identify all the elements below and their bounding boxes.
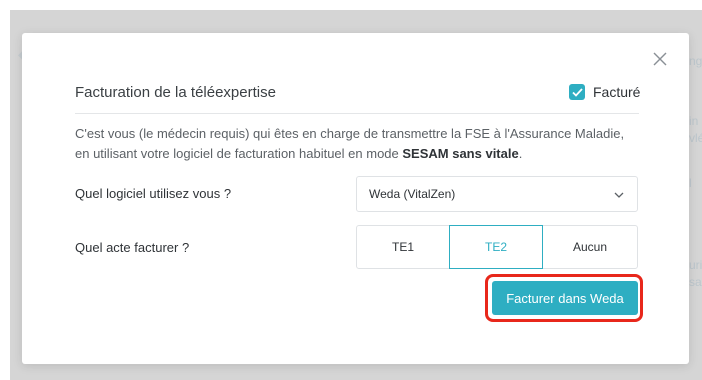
divider [75,113,639,114]
billed-label: Facturé [593,84,641,100]
background-text-fragment: in [689,114,699,128]
billed-checkbox[interactable]: Facturé [569,83,640,101]
chevron-down-icon [614,192,624,198]
act-option-te1[interactable]: TE1 [356,225,450,269]
description-line-2: en utilisant votre logiciel de facturati… [75,146,403,161]
close-icon [653,52,667,66]
checkbox-checked-icon [569,84,585,100]
modal-title: Facturation de la téléexpertise [75,84,276,101]
description-line-1: C'est vous (le médecin requis) qui êtes … [75,126,625,141]
act-question-label: Quel acte facturer ? [75,240,190,255]
background-text-fragment: vlé [689,131,702,145]
background-text-fragment: sai [689,275,702,289]
software-select[interactable]: Weda (VitalZen) [356,176,638,212]
act-segmented-control: TE1 TE2 Aucun [356,225,638,269]
description-end: . [518,146,523,161]
bill-in-weda-button[interactable]: Facturer dans Weda [492,281,638,315]
background-text-fragment: ng [689,54,702,68]
act-option-aucun[interactable]: Aucun [542,225,638,269]
background-text-fragment: uri [689,258,702,272]
act-option-te2[interactable]: TE2 [449,225,543,269]
software-question-label: Quel logiciel utilisez vous ? [75,186,232,201]
software-selected-value: Weda (VitalZen) [369,187,456,201]
description-text: C'est vous (le médecin requis) qui êtes … [75,124,655,164]
background-text-fragment: l [689,176,692,190]
close-button[interactable] [650,49,670,69]
description-bold: SESAM sans vitale [402,146,519,161]
